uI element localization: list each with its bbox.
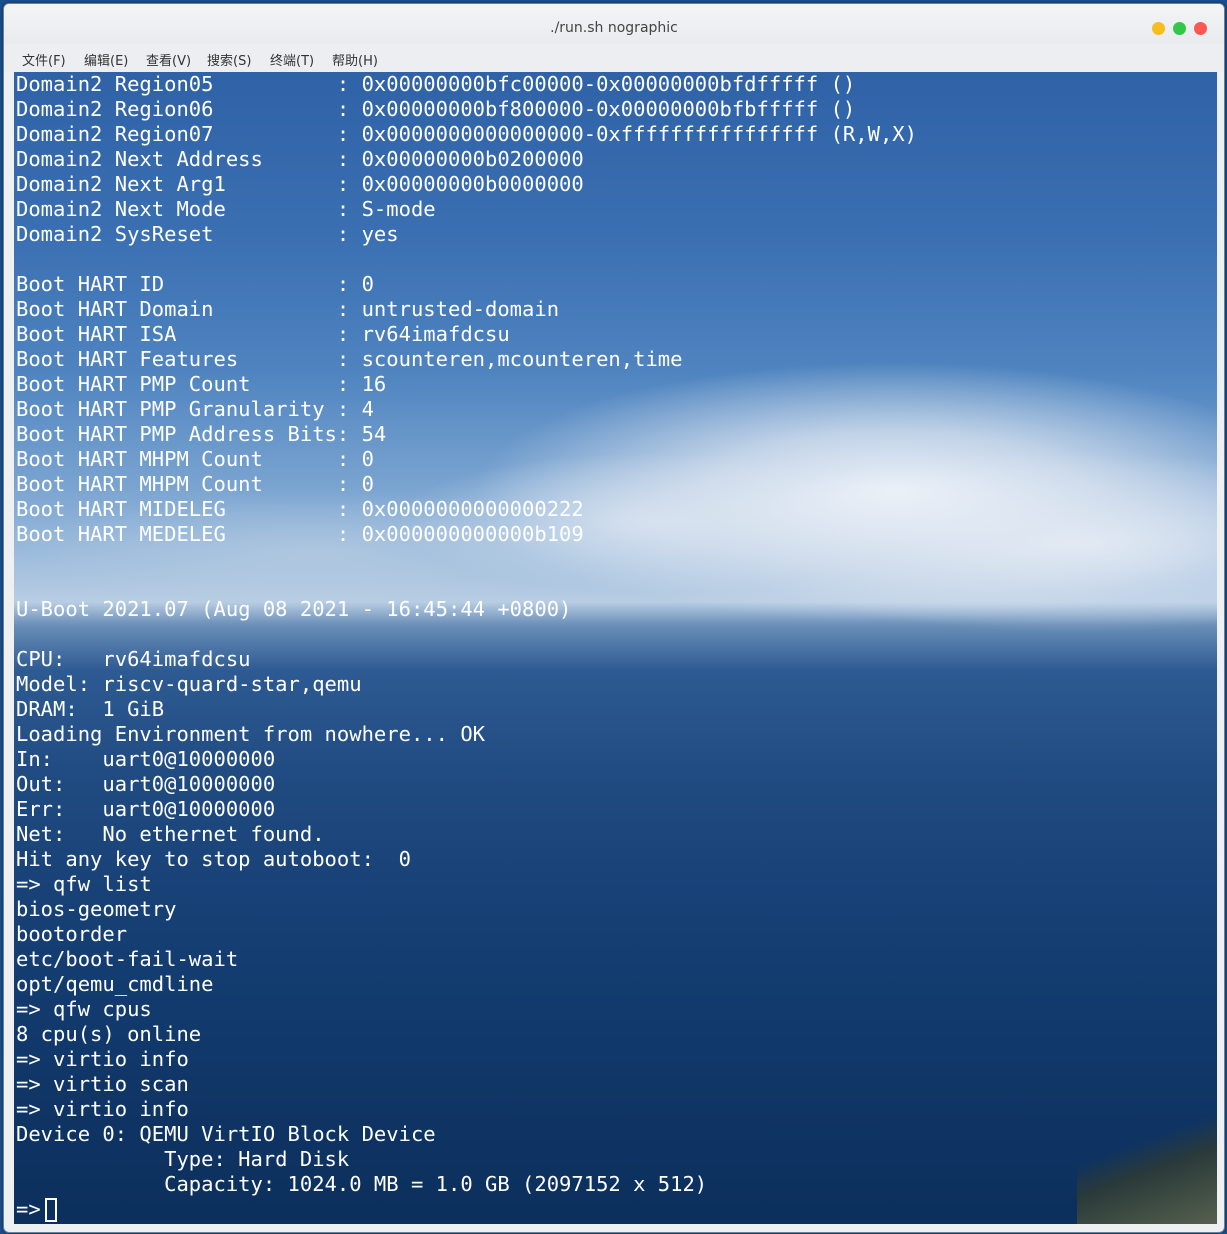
terminal-line: Boot HART MHPM Count : 0 <box>16 472 374 496</box>
terminal-line: Boot HART Features : scounteren,mcounter… <box>16 347 683 371</box>
terminal-line: Boot HART ISA : rv64imafdcsu <box>16 322 510 346</box>
terminal-line: In: uart0@10000000 <box>16 747 276 771</box>
terminal-line: 8 cpu(s) online <box>16 1022 202 1046</box>
terminal-line: Err: uart0@10000000 <box>16 797 276 821</box>
terminal-line: => qfw list <box>16 872 152 896</box>
terminal-line: opt/qemu_cmdline <box>16 972 214 996</box>
prompt-line[interactable]: => <box>16 1197 917 1222</box>
terminal-line: Out: uart0@10000000 <box>16 772 276 796</box>
terminal-line: Loading Environment from nowhere... OK <box>16 722 485 746</box>
terminal-line: Boot HART PMP Count : 16 <box>16 372 387 396</box>
terminal-line: Model: riscv-quard-star,qemu <box>16 672 362 696</box>
terminal-line: U-Boot 2021.07 (Aug 08 2021 - 16:45:44 +… <box>16 597 572 621</box>
terminal-line: Domain2 Region06 : 0x00000000bf800000-0x… <box>16 97 856 121</box>
terminal-window: ./run.sh nographic 文件(F) 编辑(E) 查看(V) 搜索(… <box>3 3 1225 1233</box>
terminal-line: Boot HART PMP Address Bits: 54 <box>16 422 387 446</box>
terminal-line: Domain2 SysReset : yes <box>16 222 399 246</box>
terminal-line: Domain2 Region07 : 0x0000000000000000-0x… <box>16 122 917 146</box>
terminal-line: Boot HART PMP Granularity : 4 <box>16 397 374 421</box>
terminal-line: Net: No ethernet found. <box>16 822 325 846</box>
maximize-button[interactable] <box>1173 22 1186 35</box>
terminal-line: DRAM: 1 GiB <box>16 697 165 721</box>
terminal-line: => virtio scan <box>16 1072 189 1096</box>
terminal-line: etc/boot-fail-wait <box>16 947 239 971</box>
terminal-line: Boot HART MEDELEG : 0x000000000000b109 <box>16 522 584 546</box>
terminal-line: Boot HART Domain : untrusted-domain <box>16 297 560 321</box>
window-title: ./run.sh nographic <box>550 20 678 36</box>
background-shoreline <box>1077 1104 1217 1224</box>
terminal-text: Domain2 Region05 : 0x00000000bfc00000-0x… <box>16 72 917 1222</box>
menu-bar: 文件(F) 编辑(E) 查看(V) 搜索(S) 终端(T) 帮助(H) <box>4 44 1224 72</box>
terminal-line: Boot HART MHPM Count : 0 <box>16 447 374 471</box>
terminal-line: => virtio info <box>16 1097 189 1121</box>
terminal-line: Boot HART ID : 0 <box>16 272 374 296</box>
terminal-line: Domain2 Region05 : 0x00000000bfc00000-0x… <box>16 72 856 96</box>
terminal-output[interactable]: Domain2 Region05 : 0x00000000bfc00000-0x… <box>14 72 1217 1224</box>
terminal-line: bootorder <box>16 922 128 946</box>
terminal-line: => virtio info <box>16 1047 189 1071</box>
terminal-line: Domain2 Next Mode : S-mode <box>16 197 436 221</box>
terminal-line: Capacity: 1024.0 MB = 1.0 GB (2097152 x … <box>16 1172 708 1196</box>
menu-help[interactable]: 帮助(H) <box>332 50 378 69</box>
terminal-line: => qfw cpus <box>16 997 152 1021</box>
minimize-button[interactable] <box>1152 22 1165 35</box>
menu-terminal[interactable]: 终端(T) <box>270 50 314 69</box>
terminal-line: CPU: rv64imafdcsu <box>16 647 251 671</box>
menu-edit[interactable]: 编辑(E) <box>84 50 128 69</box>
terminal-line: bios-geometry <box>16 897 177 921</box>
terminal-line: Boot HART MIDELEG : 0x0000000000000222 <box>16 497 584 521</box>
close-button[interactable] <box>1194 22 1207 35</box>
prompt-text: => <box>16 1197 41 1221</box>
menu-view[interactable]: 查看(V) <box>146 50 191 69</box>
menu-file[interactable]: 文件(F) <box>22 50 66 69</box>
text-cursor <box>44 1198 57 1222</box>
terminal-line: Device 0: QEMU VirtIO Block Device <box>16 1122 436 1146</box>
terminal-line: Domain2 Next Arg1 : 0x00000000b0000000 <box>16 172 584 196</box>
terminal-line: Type: Hard Disk <box>16 1147 350 1171</box>
menu-search[interactable]: 搜索(S) <box>207 50 251 69</box>
terminal-line: Domain2 Next Address : 0x00000000b020000… <box>16 147 584 171</box>
title-bar[interactable]: ./run.sh nographic <box>4 4 1224 44</box>
terminal-line: Hit any key to stop autoboot: 0 <box>16 847 411 871</box>
